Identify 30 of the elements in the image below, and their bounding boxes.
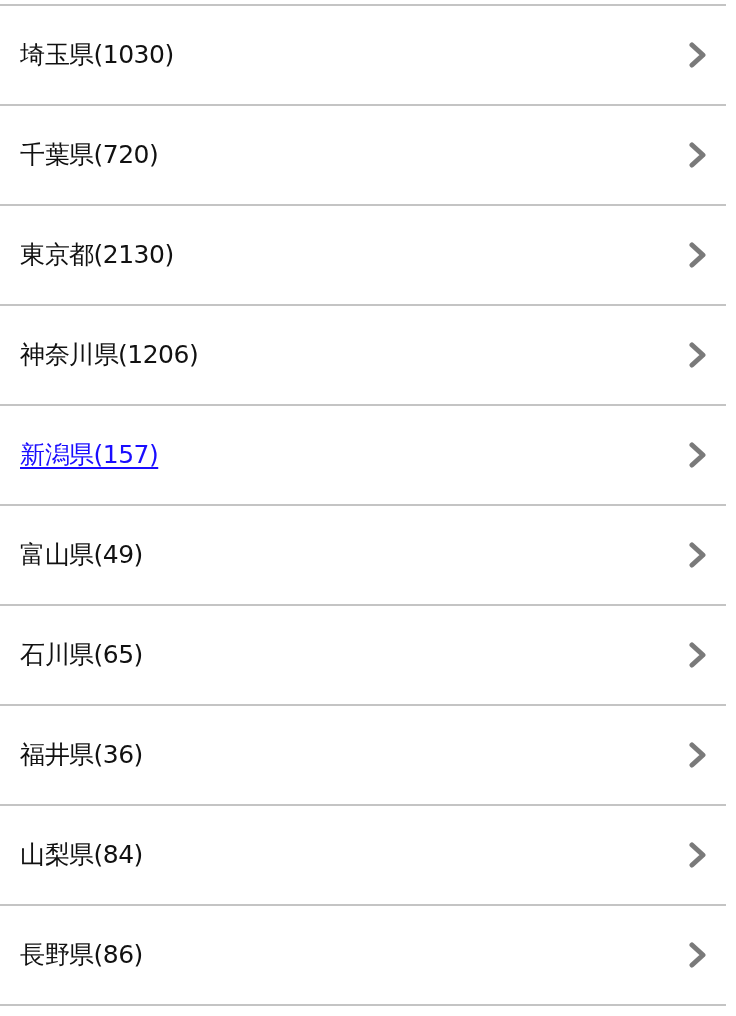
prefecture-link[interactable]: 千葉県(720) [20,136,159,174]
prefecture-link[interactable]: 東京都(2130) [20,236,174,274]
chevron-right-icon [688,742,708,768]
prefecture-row[interactable]: 福井県(36) [0,706,726,806]
chevron-right-icon [688,142,708,168]
chevron-right-icon [688,542,708,568]
chevron-right-icon [688,442,708,468]
prefecture-link[interactable]: 石川県(65) [20,636,143,674]
prefecture-row[interactable]: 石川県(65) [0,606,726,706]
prefecture-row[interactable]: 東京都(2130) [0,206,726,306]
prefecture-link[interactable]: 神奈川県(1206) [20,336,199,374]
chevron-right-icon [688,942,708,968]
prefecture-row[interactable]: 千葉県(720) [0,106,726,206]
prefecture-link[interactable]: 山梨県(84) [20,836,143,874]
chevron-right-icon [688,842,708,868]
prefecture-link[interactable]: 福井県(36) [20,736,143,774]
prefecture-row[interactable]: 神奈川県(1206) [0,306,726,406]
chevron-right-icon [688,642,708,668]
prefecture-link[interactable]: 長野県(86) [20,936,143,974]
prefecture-row[interactable]: 富山県(49) [0,506,726,606]
prefecture-row[interactable]: 新潟県(157) [0,406,726,506]
prefecture-link[interactable]: 富山県(49) [20,536,143,574]
prefecture-link[interactable]: 新潟県(157) [20,436,159,474]
prefecture-link[interactable]: 埼玉県(1030) [20,36,174,74]
prefecture-row[interactable]: 埼玉県(1030) [0,6,726,106]
chevron-right-icon [688,242,708,268]
prefecture-row[interactable]: 長野県(86) [0,906,726,1006]
chevron-right-icon [688,342,708,368]
chevron-right-icon [688,42,708,68]
prefecture-row[interactable]: 山梨県(84) [0,806,726,906]
